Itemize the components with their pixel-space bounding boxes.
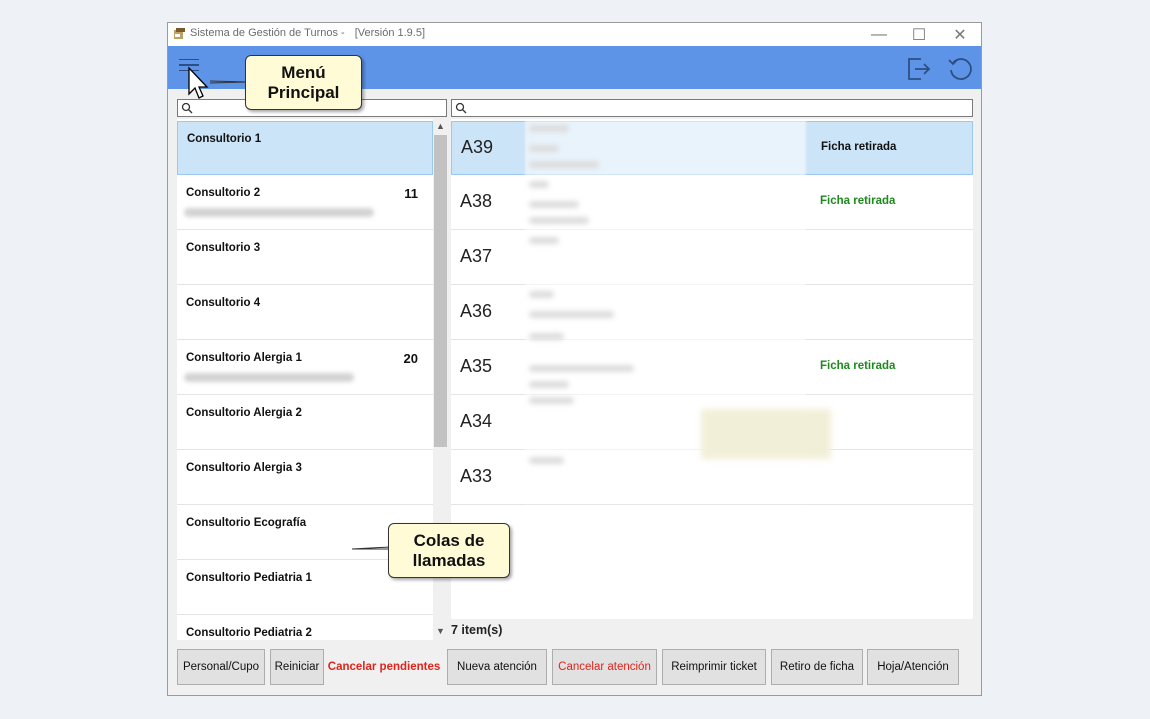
queue-count: 20 xyxy=(403,351,418,366)
ticket-search-input[interactable] xyxy=(451,99,973,117)
ticket-code: A35 xyxy=(460,356,493,376)
ticket-status: Ficha retirada xyxy=(820,195,896,207)
reimprimir-ticket-button[interactable]: Reimprimir ticket xyxy=(662,649,766,685)
queue-item[interactable]: Consultorio 4 xyxy=(177,286,433,340)
ticket-search-field[interactable] xyxy=(470,100,968,116)
queue-name: Consultorio Alergia 1 xyxy=(186,352,302,364)
colas-callout: Colas de llamadas xyxy=(388,523,510,578)
queue-count: 11 xyxy=(404,186,418,201)
queue-name: Consultorio Pediatria 2 xyxy=(186,627,312,639)
queue-name: Consultorio Pediatria 1 xyxy=(186,572,312,584)
redacted-text xyxy=(184,208,374,217)
queue-name: Consultorio 4 xyxy=(186,297,261,309)
maximize-icon: ☐ xyxy=(911,26,927,44)
queue-item[interactable]: Consultorio Alergia 3 xyxy=(177,451,433,505)
minimize-button[interactable]: — xyxy=(859,23,899,46)
close-icon: ✕ xyxy=(953,26,967,44)
queue-item[interactable]: Consultorio Pediatria 2 xyxy=(177,616,433,640)
queue-item[interactable]: Consultorio Alergia 2 xyxy=(177,396,433,450)
menu-callout-line1: Menú xyxy=(281,62,326,82)
maximize-button[interactable]: ☐ xyxy=(899,23,939,46)
items-count: 7 item(s) xyxy=(451,623,503,637)
refresh-icon[interactable] xyxy=(947,56,973,82)
cancelar-pendientes-button[interactable]: Cancelar pendientes xyxy=(328,649,440,685)
ticket-code: A38 xyxy=(460,191,493,211)
colas-callout-line2: llamadas xyxy=(412,550,486,570)
ticket-code: A33 xyxy=(460,466,493,486)
ticket-code: A37 xyxy=(460,246,493,266)
queue-item[interactable]: Consultorio 2 11 xyxy=(177,176,433,230)
close-button[interactable]: ✕ xyxy=(940,23,980,46)
queue-item[interactable]: Consultorio 3 xyxy=(177,231,433,285)
ticket-code: A34 xyxy=(460,411,493,431)
minimize-icon: — xyxy=(871,25,887,43)
title-bar: Sistema de Gestión de Turnos - [Versión 1… xyxy=(168,23,981,46)
queue-item[interactable]: Consultorio Alergia 1 20 xyxy=(177,341,433,395)
retiro-ficha-button[interactable]: Retiro de ficha xyxy=(771,649,863,685)
hoja-atencion-button[interactable]: Hoja/Atención xyxy=(867,649,959,685)
reiniciar-button[interactable]: Reiniciar xyxy=(270,649,324,685)
ticket-status: Ficha retirada xyxy=(821,141,897,153)
personal-cupo-button[interactable]: Personal/Cupo xyxy=(177,649,265,685)
queue-item[interactable]: Consultorio 1 xyxy=(177,121,433,175)
menu-callout-line2: Principal xyxy=(267,82,340,102)
redacted-patient-info xyxy=(525,119,831,504)
colas-callout-line1: Colas de xyxy=(413,530,485,550)
search-icon xyxy=(455,102,467,114)
callout-pointer xyxy=(209,80,248,84)
queue-name: Consultorio Alergia 3 xyxy=(186,462,302,474)
scroll-up-icon[interactable]: ▲ xyxy=(436,121,445,131)
ticket-code: A36 xyxy=(460,301,493,321)
redacted-text xyxy=(184,373,354,382)
ticket-code: A39 xyxy=(461,137,494,157)
exit-icon[interactable] xyxy=(906,56,932,82)
window-version: [Versión 1.9.5] xyxy=(354,27,426,39)
app-window: Sistema de Gestión de Turnos - [Versión 1… xyxy=(167,22,982,696)
queue-name: Consultorio 1 xyxy=(187,133,262,145)
queue-name: Consultorio Alergia 2 xyxy=(186,407,302,419)
scroll-thumb[interactable] xyxy=(434,135,447,447)
callout-pointer xyxy=(351,546,390,550)
cancelar-atencion-button[interactable]: Cancelar atención xyxy=(552,649,657,685)
menu-callout: Menú Principal xyxy=(245,55,362,110)
scroll-down-icon[interactable]: ▼ xyxy=(436,626,445,636)
queue-name: Consultorio 2 xyxy=(186,187,261,199)
app-icon xyxy=(174,28,185,39)
window-title: Sistema de Gestión de Turnos - [Versión 1… xyxy=(190,27,426,39)
ticket-status: Ficha retirada xyxy=(820,360,896,372)
ticket-list: A39 Ficha retirada A38 Ficha retirada A37 … xyxy=(451,119,973,619)
queue-name: Consultorio Ecografía xyxy=(186,517,307,529)
nueva-atencion-button[interactable]: Nueva atención xyxy=(447,649,547,685)
queue-name: Consultorio 3 xyxy=(186,242,261,254)
search-icon xyxy=(181,102,193,114)
